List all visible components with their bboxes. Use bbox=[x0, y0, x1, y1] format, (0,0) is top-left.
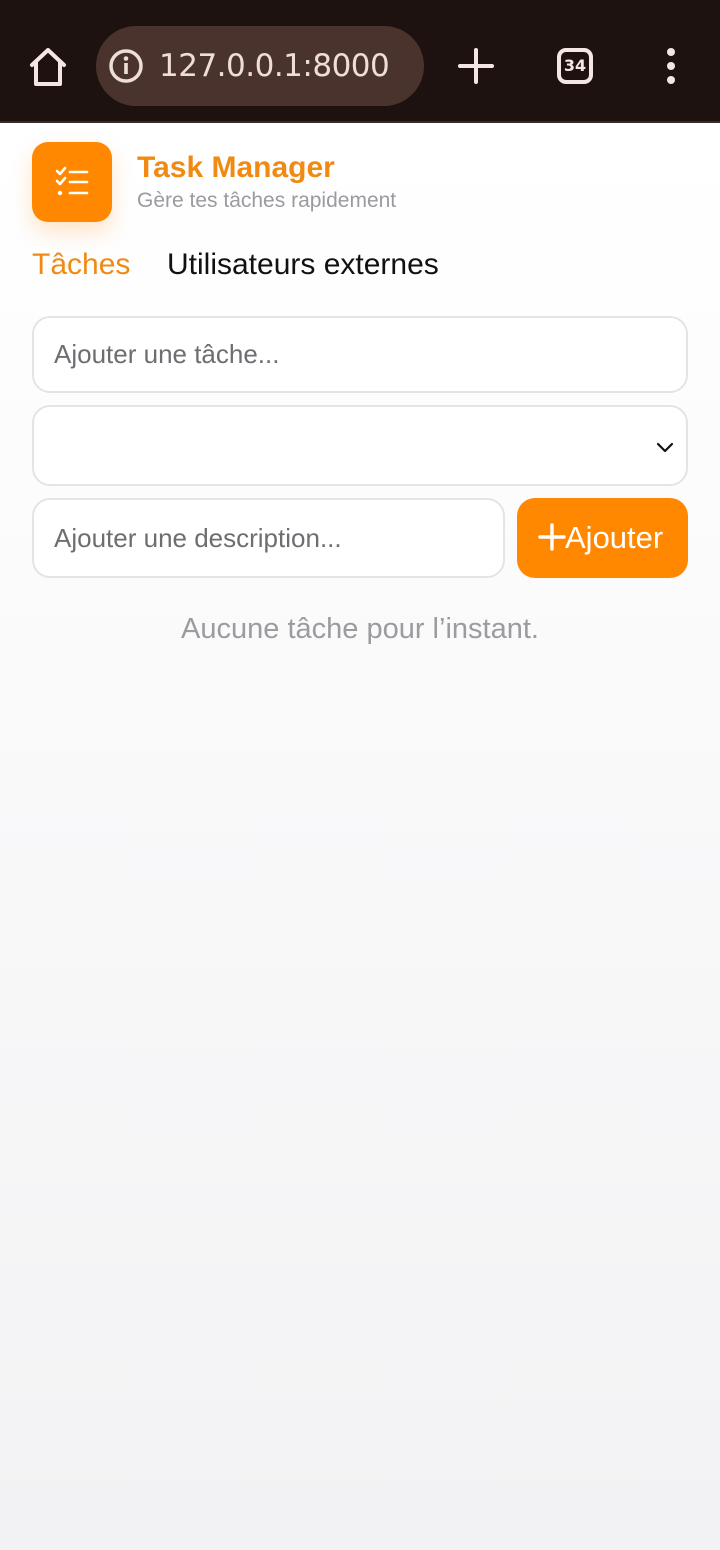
plus-icon bbox=[538, 523, 566, 551]
description-input[interactable] bbox=[34, 500, 503, 576]
tab-count: 34 bbox=[563, 56, 587, 75]
info-icon[interactable] bbox=[108, 48, 144, 84]
home-icon bbox=[30, 48, 66, 86]
chevron-down-icon bbox=[656, 442, 674, 453]
checklist-icon bbox=[55, 166, 89, 196]
browser-menu-button[interactable] bbox=[656, 46, 686, 86]
tab-taches[interactable]: Tâches bbox=[32, 246, 130, 284]
more-vert-icon bbox=[667, 48, 675, 84]
address-bar[interactable]: 127.0.0.1:8000 bbox=[96, 26, 424, 106]
tab-utilisateurs-externes[interactable]: Utilisateurs externes bbox=[167, 246, 439, 284]
app-title: Task Manager bbox=[137, 151, 335, 184]
user-select[interactable] bbox=[32, 405, 688, 486]
empty-state-message: Aucune tâche pour l’instant. bbox=[181, 613, 539, 645]
task-title-field bbox=[32, 316, 688, 393]
app-logo bbox=[32, 142, 112, 222]
home-button[interactable] bbox=[24, 44, 72, 90]
tab-switcher-button[interactable]: 34 bbox=[554, 45, 596, 87]
add-task-button-label: Ajouter bbox=[565, 520, 664, 555]
browser-toolbar: 127.0.0.1:8000 34 bbox=[0, 0, 720, 123]
plus-icon bbox=[458, 48, 494, 84]
description-field bbox=[32, 498, 505, 578]
app-subtitle: Gère tes tâches rapidement bbox=[137, 189, 397, 212]
new-tab-button[interactable] bbox=[456, 46, 496, 86]
add-task-button[interactable]: Ajouter bbox=[517, 498, 688, 578]
task-title-input[interactable] bbox=[34, 318, 686, 391]
url-text: 127.0.0.1:8000 bbox=[159, 48, 390, 84]
